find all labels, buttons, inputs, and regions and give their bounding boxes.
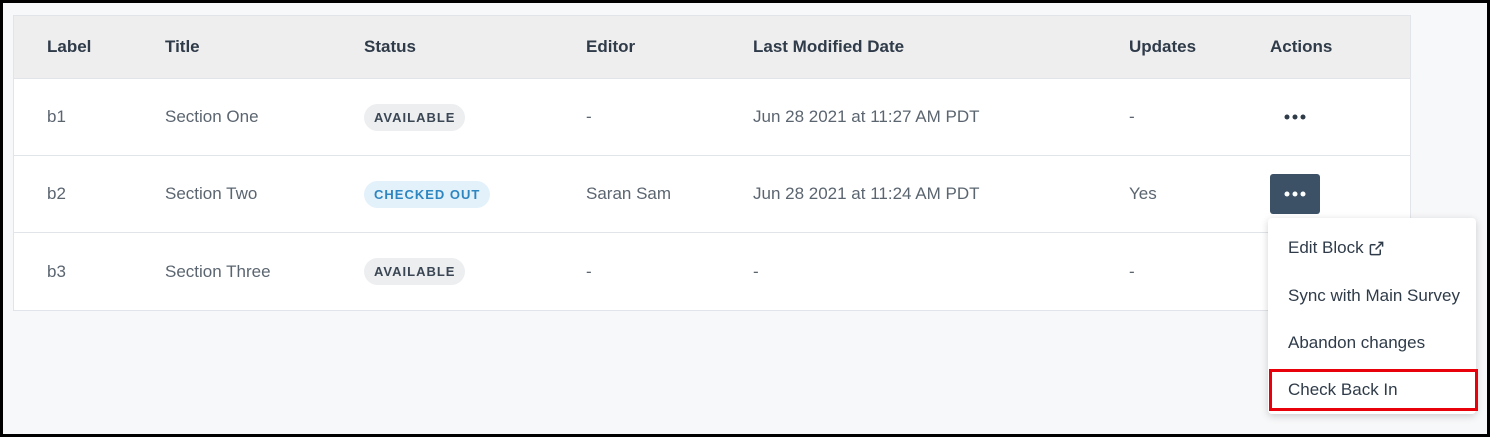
status-badge: AVAILABLE: [364, 258, 466, 285]
row-updates: -: [1129, 107, 1135, 126]
row-last-modified: Jun 28 2021 at 11:27 AM PDT: [753, 107, 980, 126]
more-horizontal-icon: [1284, 191, 1306, 197]
column-header-label[interactable]: Label: [47, 37, 91, 57]
more-horizontal-icon: [1284, 114, 1306, 120]
row-label: b2: [47, 184, 66, 203]
status-badge-cell: AVAILABLE: [364, 103, 466, 131]
more-actions-button[interactable]: [1270, 174, 1320, 214]
menu-item-label: Sync with Main Survey: [1288, 286, 1460, 305]
column-header-editor[interactable]: Editor: [586, 37, 635, 57]
menu-item-label: Abandon changes: [1288, 333, 1426, 352]
status-badge: CHECKED OUT: [364, 180, 491, 208]
menu-item-sync-main-survey[interactable]: Sync with Main Survey: [1268, 274, 1476, 318]
row-label: b1: [47, 107, 66, 126]
status-badge: AVAILABLE: [364, 103, 466, 131]
menu-item-edit-block[interactable]: Edit Block: [1268, 226, 1476, 270]
column-header-title[interactable]: Title: [165, 37, 200, 57]
status-badge-cell: AVAILABLE: [364, 258, 466, 285]
row-label: b3: [47, 261, 66, 281]
row-updates: -: [1129, 261, 1135, 281]
row-title: Section One: [165, 107, 259, 126]
table-row: b2 Section Two CHECKED OUT Saran Sam Jun…: [14, 156, 1410, 233]
row-editor: -: [586, 107, 592, 126]
actions-cell: [1270, 174, 1320, 214]
highlight-box: [1269, 369, 1478, 411]
column-header-actions: Actions: [1270, 37, 1333, 56]
row-updates: Yes: [1129, 184, 1157, 203]
menu-item-abandon-changes[interactable]: Abandon changes: [1268, 321, 1476, 365]
column-header-updates[interactable]: Updates: [1129, 37, 1196, 57]
app-frame: Label Title Status Editor Last Modified …: [0, 0, 1490, 437]
menu-item-label: Edit Block: [1288, 238, 1364, 257]
external-link-icon: [1369, 241, 1384, 256]
table-row: b1 Section One AVAILABLE - Jun 28 2021 a…: [14, 79, 1410, 156]
column-header-last-modified[interactable]: Last Modified Date: [753, 37, 904, 57]
row-title: Section Three: [165, 261, 271, 281]
actions-cell: [1270, 97, 1320, 137]
column-header-status[interactable]: Status: [364, 37, 416, 57]
status-badge-cell: CHECKED OUT: [364, 180, 491, 208]
row-editor: -: [586, 261, 592, 281]
more-actions-button[interactable]: [1270, 97, 1320, 137]
row-last-modified: Jun 28 2021 at 11:24 AM PDT: [753, 184, 980, 203]
row-editor: Saran Sam: [586, 184, 672, 203]
table-header: Label Title Status Editor Last Modified …: [14, 16, 1410, 79]
row-last-modified: -: [753, 261, 759, 281]
row-title: Section Two: [165, 184, 258, 203]
blocks-table: Label Title Status Editor Last Modified …: [13, 15, 1411, 311]
table-row: b3 Section Three AVAILABLE - - -: [14, 233, 1410, 310]
